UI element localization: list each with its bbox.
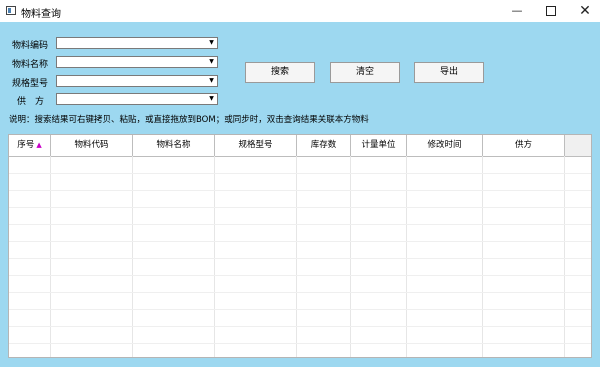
row-divider <box>9 309 591 310</box>
sort-ascending-icon: ▲ <box>36 141 42 149</box>
column-header-filler <box>565 135 591 156</box>
spec-combo[interactable]: ▼ <box>56 75 218 87</box>
name-label: 物料名称 <box>12 60 49 70</box>
row-divider <box>9 292 591 293</box>
column-header-spec[interactable]: 规格型号 <box>215 135 297 156</box>
row-divider <box>9 343 591 344</box>
chevron-down-icon[interactable]: ▼ <box>207 77 216 85</box>
column-header-modified[interactable]: 修改时间 <box>407 135 483 156</box>
name-combo[interactable]: ▼ <box>56 56 218 68</box>
export-button[interactable]: 导出 <box>414 62 484 83</box>
column-header-stock[interactable]: 库存数 <box>297 135 351 156</box>
supplier-combo[interactable]: ▼ <box>56 93 218 105</box>
material-query-window: 物料查询 — ✕ 物料编码 ▼ 物料名称 ▼ 规格型号 ▼ 供 方 ▼ 搜索 清… <box>0 0 600 367</box>
row-divider <box>9 173 591 174</box>
chevron-down-icon[interactable]: ▼ <box>207 58 216 66</box>
table-header: 序号 ▲ 物料代码 物料名称 规格型号 库存数 计量单位 修改时间 供方 <box>9 135 591 157</box>
title-bar: 物料查询 — ✕ <box>0 0 600 22</box>
column-header-unit[interactable]: 计量单位 <box>351 135 407 156</box>
column-header-code[interactable]: 物料代码 <box>51 135 133 156</box>
minimize-icon: — <box>511 4 523 17</box>
row-divider <box>9 224 591 225</box>
minimize-button[interactable]: — <box>500 0 534 22</box>
row-divider <box>9 275 591 276</box>
column-header-name[interactable]: 物料名称 <box>133 135 215 156</box>
row-divider <box>9 207 591 208</box>
close-button[interactable]: ✕ <box>568 0 600 22</box>
supplier-label: 供 方 <box>17 97 45 107</box>
maximize-button[interactable] <box>534 0 568 22</box>
column-header-index[interactable]: 序号 ▲ <box>9 135 51 156</box>
column-header-supplier[interactable]: 供方 <box>483 135 565 156</box>
chevron-down-icon[interactable]: ▼ <box>207 39 216 47</box>
usage-note: 说明：搜索结果可右键拷贝、粘贴，或直接拖放到BOM；或同步时，双击查询结果关联本… <box>9 115 369 125</box>
spec-label: 规格型号 <box>12 79 49 89</box>
row-divider <box>9 241 591 242</box>
app-icon <box>6 6 16 15</box>
window-title: 物料查询 <box>21 9 61 20</box>
search-button[interactable]: 搜索 <box>245 62 315 83</box>
results-table[interactable]: 序号 ▲ 物料代码 物料名称 规格型号 库存数 计量单位 修改时间 供方 <box>8 134 592 358</box>
chevron-down-icon[interactable]: ▼ <box>207 95 216 103</box>
row-divider <box>9 326 591 327</box>
code-label: 物料编码 <box>12 41 49 51</box>
clear-button[interactable]: 清空 <box>330 62 400 83</box>
maximize-icon <box>546 6 556 16</box>
close-icon: ✕ <box>579 3 591 19</box>
row-divider <box>9 190 591 191</box>
row-divider <box>9 258 591 259</box>
code-combo[interactable]: ▼ <box>56 37 218 49</box>
